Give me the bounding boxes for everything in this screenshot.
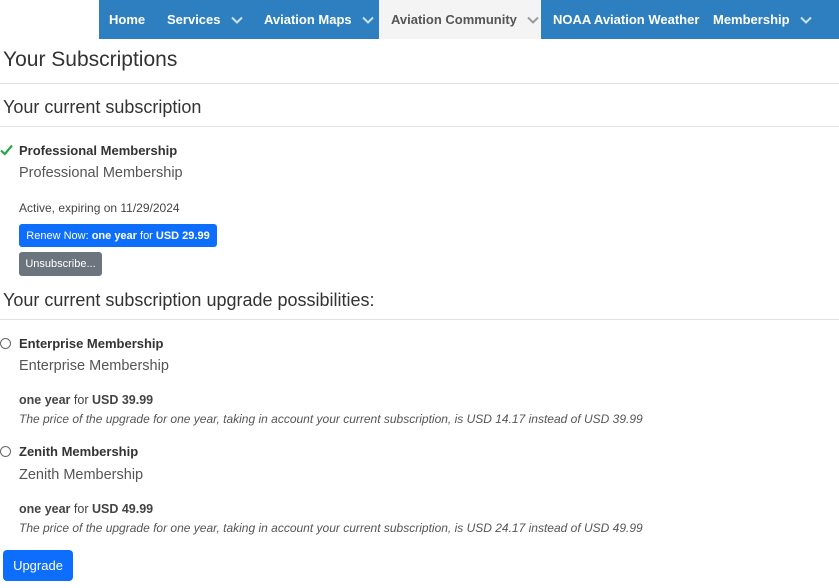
nav-aviation-community-label: Aviation Community — [391, 12, 517, 27]
divider — [0, 319, 839, 320]
check-icon — [0, 144, 13, 156]
renew-now-button[interactable]: Renew Now: one year for USD 29.99 — [19, 224, 217, 247]
chevron-down-icon — [361, 16, 374, 24]
top-navigation: Home Services Aviation Maps Aviation Com… — [0, 0, 839, 39]
current-plan-name: Professional Membership — [19, 143, 178, 158]
nav-home-label: Home — [109, 12, 146, 27]
current-plan-description: Professional Membership — [19, 165, 183, 181]
zenith-price-line: one year for USD 49.99 — [19, 502, 153, 516]
zenith-price: USD 49.99 — [91, 502, 154, 516]
upgrade-button[interactable]: Upgrade — [3, 550, 73, 581]
page-title: Your Subscriptions — [3, 48, 178, 71]
chevron-down-icon — [527, 16, 539, 24]
zenith-plan-name: Zenith Membership — [19, 444, 139, 459]
nav-aviation-maps[interactable]: Aviation Maps — [255, 0, 379, 39]
nav-membership[interactable]: Membership — [701, 0, 821, 39]
nav-services-label: Services — [167, 12, 221, 27]
enterprise-plan-description: Enterprise Membership — [19, 358, 169, 374]
nav-noaa-aviation-weather[interactable]: NOAA Aviation Weather — [541, 0, 701, 39]
nav-membership-label: Membership — [713, 12, 790, 27]
divider — [0, 83, 839, 84]
chevron-down-icon — [230, 16, 243, 24]
enterprise-price-line: one year for USD 39.99 — [19, 393, 153, 407]
renew-prefix: Renew Now: — [26, 229, 92, 242]
nav-aviation-community[interactable]: Aviation Community — [379, 0, 541, 39]
renew-period: one year — [91, 229, 137, 242]
nav-services[interactable]: Services — [154, 0, 255, 39]
unsubscribe-button[interactable]: Unsubscribe... — [19, 252, 102, 276]
nav-noaa-aviation-weather-label: NOAA Aviation Weather — [553, 12, 700, 27]
chevron-down-icon — [799, 16, 812, 24]
enterprise-price: USD 39.99 — [91, 393, 154, 407]
divider — [0, 126, 839, 127]
zenith-plan-description: Zenith Membership — [19, 467, 144, 483]
enterprise-upgrade-note: The price of the upgrade for one year, t… — [19, 412, 643, 426]
zenith-upgrade-note: The price of the upgrade for one year, t… — [19, 521, 643, 535]
renew-for: for — [136, 229, 156, 242]
nav-aviation-maps-label: Aviation Maps — [264, 12, 352, 27]
upgrade-heading: Your current subscription upgrade possib… — [3, 290, 375, 310]
subscription-status: Active, expiring on 11/29/2024 — [19, 201, 180, 215]
enterprise-period: one year — [19, 393, 71, 407]
zenith-period: one year — [19, 502, 71, 516]
enterprise-for: for — [70, 393, 92, 407]
zenith-radio[interactable] — [0, 446, 11, 457]
enterprise-radio[interactable] — [0, 338, 11, 349]
zenith-for: for — [70, 502, 92, 516]
navbar: Home Services Aviation Maps Aviation Com… — [99, 0, 839, 39]
nav-home[interactable]: Home — [99, 0, 154, 39]
renew-price: USD 29.99 — [155, 229, 210, 242]
current-subscription-heading: Your current subscription — [3, 97, 202, 117]
enterprise-plan-name: Enterprise Membership — [19, 336, 164, 351]
